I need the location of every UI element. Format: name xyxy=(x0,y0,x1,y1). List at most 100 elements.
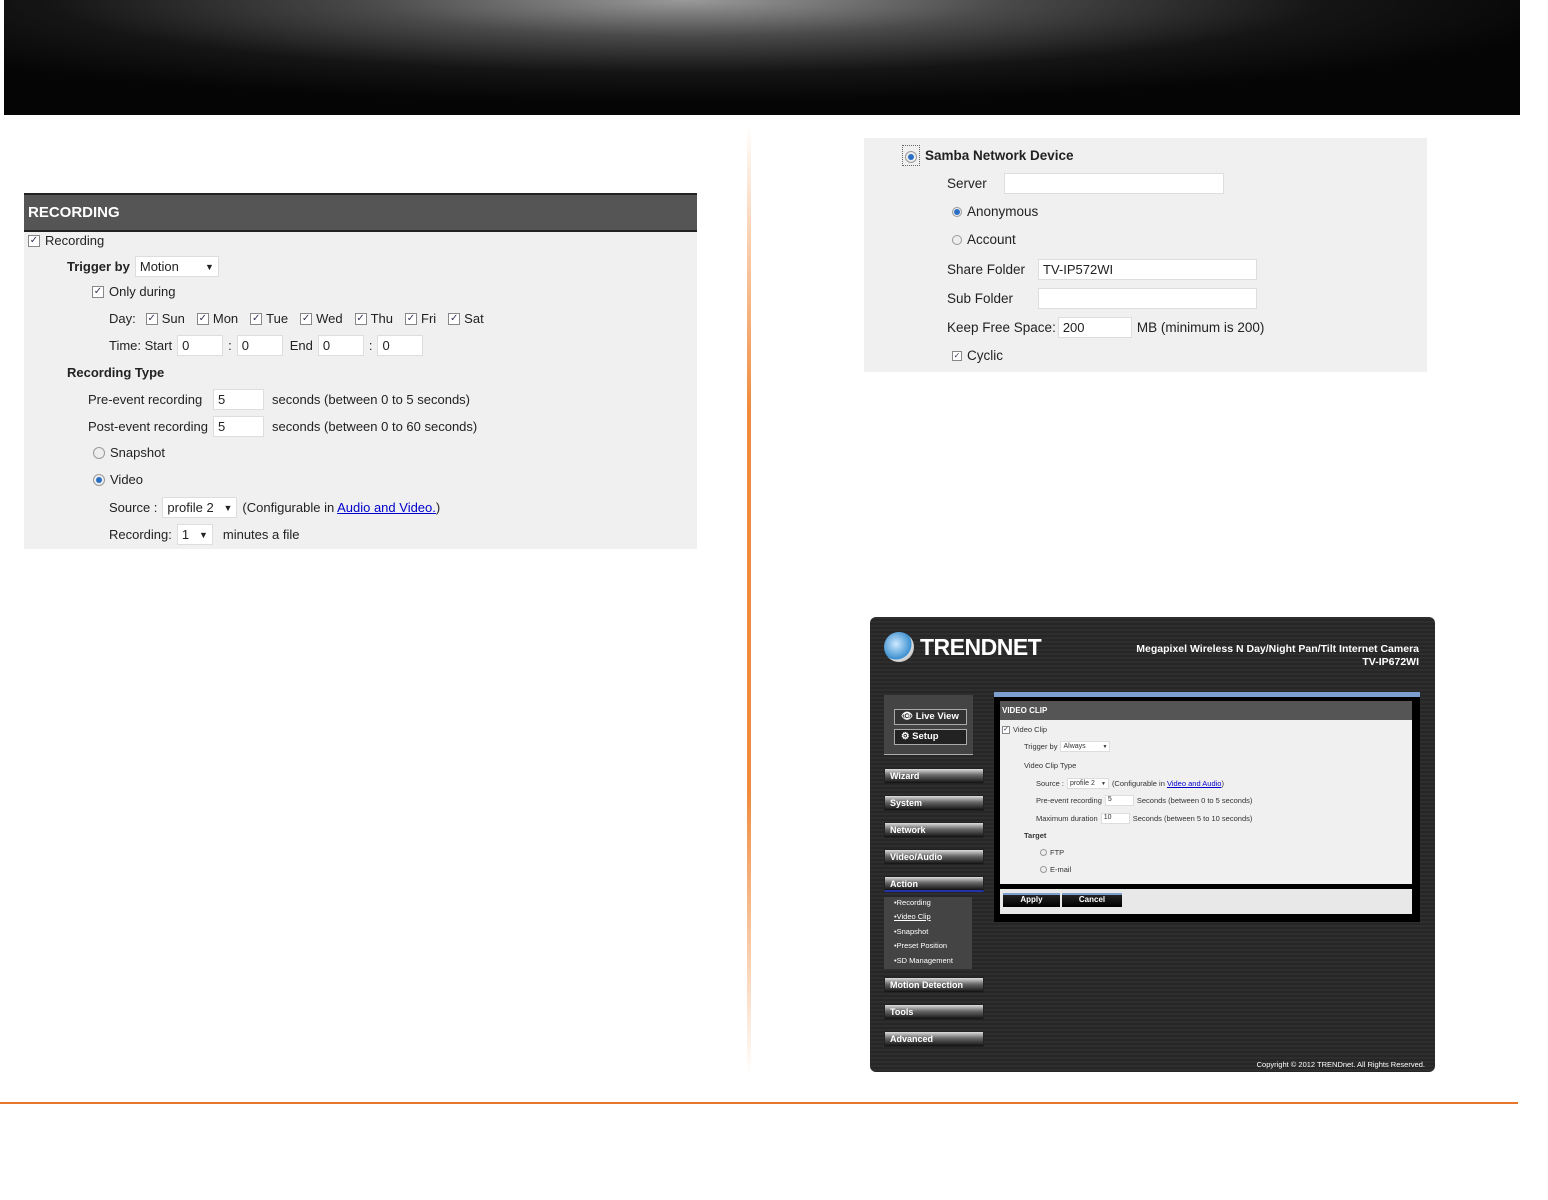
footer-divider xyxy=(0,1102,1518,1104)
video-clip-label: Video Clip xyxy=(1013,725,1048,734)
cam-config-end: ) xyxy=(1221,779,1224,788)
cancel-button[interactable]: Cancel xyxy=(1062,893,1122,907)
trigger-select[interactable]: Motion ▼ xyxy=(134,256,219,277)
samba-radio[interactable] xyxy=(905,151,917,163)
video-clip-checkbox[interactable]: ✓ xyxy=(1002,725,1010,734)
ftp-radio[interactable] xyxy=(1040,849,1047,856)
post-event-input[interactable]: 5 xyxy=(213,416,264,437)
account-radio[interactable] xyxy=(952,234,962,245)
cam-pre-label: Pre-event recording xyxy=(1036,796,1102,805)
day-checkbox-mon[interactable]: ✓ xyxy=(196,312,209,325)
apply-button[interactable]: Apply xyxy=(1003,893,1060,907)
column-divider xyxy=(747,125,751,1075)
email-radio[interactable] xyxy=(1040,866,1047,873)
nav-wizard[interactable]: Wizard xyxy=(884,768,984,784)
recording-checkbox[interactable]: ✓ xyxy=(28,234,40,247)
cam-source-value: profile 2 xyxy=(1069,780,1095,787)
nav-video-audio[interactable]: Video/Audio xyxy=(884,849,984,865)
day-label-wed: Wed xyxy=(316,311,343,326)
snapshot-radio[interactable] xyxy=(93,446,105,459)
anonymous-radio[interactable] xyxy=(952,206,962,217)
cam-max-label: Maximum duration xyxy=(1036,814,1098,823)
cam-max-hint: Seconds (between 5 to 10 seconds) xyxy=(1132,814,1253,823)
button-bar: Apply Cancel xyxy=(1000,889,1412,914)
cam-trigger-label: Trigger by xyxy=(1024,742,1058,751)
day-checkbox-tue[interactable]: ✓ xyxy=(250,312,263,325)
share-folder-input[interactable]: TV-IP572WI xyxy=(1038,259,1257,280)
server-input[interactable] xyxy=(1004,173,1224,194)
nav-motion-detection[interactable]: Motion Detection xyxy=(884,977,984,993)
day-checkbox-fri[interactable]: ✓ xyxy=(405,312,417,325)
cam-source-select[interactable]: profile 2 ▼ xyxy=(1066,778,1109,789)
source-label: Source : xyxy=(109,500,158,515)
sub-folder-label: Sub Folder xyxy=(947,291,1014,306)
day-label-sun: Sun xyxy=(161,311,185,326)
subnav-recording[interactable]: •Recording xyxy=(894,898,931,907)
trendnet-logo: TRENDNET xyxy=(920,634,1042,660)
gear-icon: ⚙ xyxy=(901,731,910,742)
day-label-mon: Mon xyxy=(212,311,239,326)
chevron-down-icon: ▼ xyxy=(1100,780,1106,787)
end-hour-input[interactable]: 0 xyxy=(317,335,364,356)
pre-event-input[interactable]: 5 xyxy=(213,389,264,410)
chevron-down-icon: ▼ xyxy=(204,261,214,272)
only-during-checkbox[interactable]: ✓ xyxy=(92,285,104,298)
email-label: E-mail xyxy=(1050,865,1072,874)
config-text-end: ) xyxy=(435,500,441,515)
cam-pre-input[interactable]: 5 xyxy=(1104,795,1134,806)
cam-trigger-select[interactable]: Always ▼ xyxy=(1060,741,1111,752)
day-checkbox-wed[interactable]: ✓ xyxy=(300,312,313,325)
snapshot-label: Snapshot xyxy=(110,445,165,460)
recording-type-label: Recording Type xyxy=(67,365,165,380)
anonymous-label: Anonymous xyxy=(967,204,1039,219)
subnav-sd-management[interactable]: •SD Management xyxy=(894,956,953,965)
subnav-preset-position[interactable]: •Preset Position xyxy=(894,941,947,950)
colon: : xyxy=(368,338,373,353)
audio-video-link[interactable]: Audio and Video. xyxy=(337,500,436,515)
subnav-snapshot[interactable]: •Snapshot xyxy=(894,927,928,936)
cam-video-audio-link[interactable]: Video and Audio xyxy=(1167,779,1222,788)
nav-tools[interactable]: Tools xyxy=(884,1004,984,1020)
pre-event-hint: seconds (between 0 to 5 seconds) xyxy=(272,392,471,407)
rec-length-select[interactable]: 1 ▼ xyxy=(176,524,213,545)
server-label: Server xyxy=(947,176,987,191)
sub-folder-input[interactable] xyxy=(1038,288,1257,309)
cyclic-checkbox[interactable]: ✓ xyxy=(952,350,962,361)
chevron-down-icon: ▼ xyxy=(198,529,208,540)
nav-action[interactable]: Action xyxy=(884,876,984,892)
start-hour-input[interactable]: 0 xyxy=(177,335,224,356)
day-label-tue: Tue xyxy=(266,311,289,326)
cyclic-label: Cyclic xyxy=(967,348,1003,363)
rec-length-unit: minutes a file xyxy=(222,527,300,542)
samba-radio-wrap[interactable] xyxy=(902,145,920,166)
day-checkbox-sat[interactable]: ✓ xyxy=(448,312,461,325)
day-checkbox-thu[interactable]: ✓ xyxy=(354,312,367,325)
subnav-video-clip[interactable]: •Video Clip xyxy=(894,912,931,921)
video-radio[interactable] xyxy=(93,473,105,486)
nav-advanced[interactable]: Advanced xyxy=(884,1031,984,1047)
recording-panel: RECORDING ✓ Recording Trigger by Motion ▼ ✓… xyxy=(24,193,697,549)
end-minute-input[interactable]: 0 xyxy=(377,335,424,356)
nav-system[interactable]: System xyxy=(884,795,984,811)
source-select[interactable]: profile 2 ▼ xyxy=(162,497,238,518)
live-view-button[interactable]: 👁 Live View xyxy=(894,709,967,725)
video-clip-panel: VIDEO CLIP ✓ Video Clip Trigger by Always ▼… xyxy=(1000,701,1412,884)
action-submenu: •Recording •Video Clip •Snapshot •Preset… xyxy=(884,897,972,969)
start-minute-input[interactable]: 0 xyxy=(236,335,283,356)
header-banner xyxy=(4,0,1520,115)
trigger-value: Motion xyxy=(139,259,179,274)
cam-max-input[interactable]: 10 xyxy=(1100,813,1130,824)
copyright: Copyright © 2012 TRENDnet. All Rights Re… xyxy=(1256,1060,1425,1069)
camera-ui-screenshot: TRENDNET Megapixel Wireless N Day/Night … xyxy=(870,617,1435,1072)
clip-type-label: Video Clip Type xyxy=(1024,761,1077,770)
day-label: Day: xyxy=(109,311,136,326)
recording-label: Recording xyxy=(45,233,105,248)
setup-button[interactable]: ⚙ Setup xyxy=(894,729,967,745)
nav-network[interactable]: Network xyxy=(884,822,984,838)
cam-pre-hint: Seconds (between 0 to 5 seconds) xyxy=(1136,796,1253,805)
keep-free-input[interactable]: 200 xyxy=(1057,317,1132,338)
day-checkbox-sun[interactable]: ✓ xyxy=(145,312,158,325)
colon: : xyxy=(228,338,232,353)
video-label: Video xyxy=(110,472,144,487)
share-folder-label: Share Folder xyxy=(947,262,1026,277)
